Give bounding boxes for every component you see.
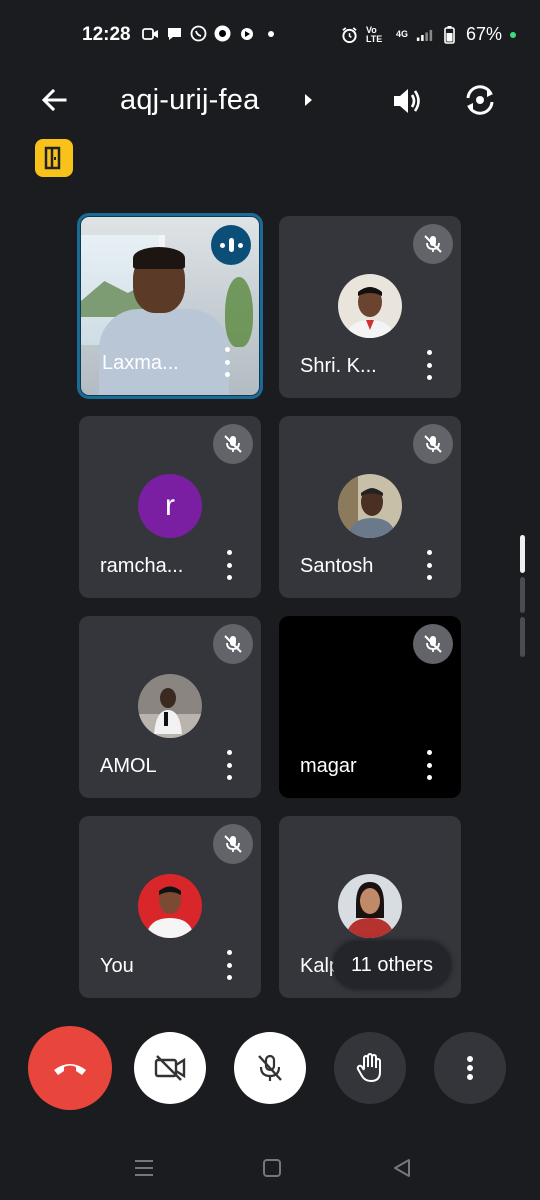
participant-avatar xyxy=(138,674,202,738)
mic-off-icon xyxy=(413,424,453,464)
system-nav-bar xyxy=(0,1140,540,1200)
mic-off-icon xyxy=(413,624,453,664)
chat-icon xyxy=(166,25,183,42)
speaker-icon xyxy=(394,89,420,113)
participant-name: AMOL xyxy=(100,755,157,777)
participant-name: Shri. K... xyxy=(300,355,377,377)
speaking-indicator-icon xyxy=(211,225,251,265)
participant-tile[interactable]: r ramcha... xyxy=(79,416,261,598)
camera-off-icon xyxy=(154,1055,186,1081)
participant-avatar xyxy=(338,474,402,538)
more-options-icon[interactable] xyxy=(419,350,439,380)
speaker-button[interactable] xyxy=(388,82,426,120)
participant-avatar xyxy=(338,274,402,338)
mic-off-icon xyxy=(213,424,253,464)
scroll-track xyxy=(520,617,525,657)
meeting-header: aqj-urij-fea xyxy=(0,72,540,132)
network-type: 4G xyxy=(395,29,408,39)
mic-off-icon xyxy=(258,1054,282,1081)
home-nav-icon[interactable] xyxy=(260,1156,284,1180)
mic-off-icon xyxy=(213,824,253,864)
chevron-right-icon[interactable] xyxy=(300,92,316,108)
media-icon xyxy=(238,25,255,42)
door-icon xyxy=(44,146,61,170)
recents-nav-icon[interactable] xyxy=(132,1156,156,1180)
participant-tile[interactable]: Shri. K... xyxy=(279,216,461,398)
more-options-icon[interactable] xyxy=(219,550,239,580)
battery-percent: 67% xyxy=(465,24,502,44)
breakout-room-badge[interactable] xyxy=(35,139,73,177)
participant-name: Laxma... xyxy=(102,352,179,374)
participant-tile[interactable]: Santosh xyxy=(279,416,461,598)
back-button[interactable] xyxy=(36,82,72,118)
participant-avatar xyxy=(338,874,402,938)
participant-initial-avatar: r xyxy=(138,474,202,538)
circle-app-icon xyxy=(214,25,231,42)
scroll-thumb[interactable] xyxy=(520,535,525,573)
participant-tile[interactable]: AMOL xyxy=(79,616,261,798)
more-options-icon[interactable] xyxy=(219,950,239,980)
meeting-code[interactable]: aqj-urij-fea xyxy=(120,84,259,117)
signal-icon xyxy=(416,26,433,43)
participant-name: magar xyxy=(300,755,357,777)
whatsapp-icon xyxy=(190,25,207,42)
status-time: 12:28 xyxy=(82,24,131,45)
raise-hand-button[interactable] xyxy=(334,1032,406,1104)
raise-hand-icon xyxy=(356,1053,381,1082)
participant-tile[interactable]: magar xyxy=(279,616,461,798)
more-vertical-icon xyxy=(467,1056,473,1080)
camera-flip-icon xyxy=(466,85,494,115)
participant-avatar xyxy=(138,874,202,938)
others-button[interactable]: 11 others xyxy=(333,941,451,989)
scroll-track xyxy=(520,577,525,613)
arrow-left-icon xyxy=(41,88,67,112)
participant-name: Santosh xyxy=(300,555,374,577)
more-options-button[interactable] xyxy=(434,1032,506,1104)
dot-icon xyxy=(262,25,279,42)
participant-tile[interactable]: Laxma... xyxy=(77,213,263,399)
battery-icon xyxy=(441,25,458,44)
phone-hangup-icon xyxy=(54,1064,86,1075)
back-nav-icon[interactable] xyxy=(390,1156,414,1180)
volte-label: Vo LTE xyxy=(365,24,383,44)
camera-toggle-button[interactable] xyxy=(134,1032,206,1104)
alarm-icon xyxy=(341,26,358,43)
end-call-button[interactable] xyxy=(28,1026,112,1110)
video-icon xyxy=(142,25,159,42)
participant-name: You xyxy=(100,955,134,977)
mic-off-icon xyxy=(213,624,253,664)
more-options-icon[interactable] xyxy=(219,750,239,780)
participant-tile[interactable]: You xyxy=(79,816,261,998)
more-options-icon[interactable] xyxy=(419,750,439,780)
more-options-icon[interactable] xyxy=(217,347,237,377)
flip-camera-button[interactable] xyxy=(460,80,500,120)
more-options-icon[interactable] xyxy=(419,550,439,580)
mic-toggle-button[interactable] xyxy=(234,1032,306,1104)
privacy-indicator-dot xyxy=(510,31,516,38)
participant-name: ramcha... xyxy=(100,555,184,577)
mic-off-icon xyxy=(413,224,453,264)
status-bar: 12:28 Vo LTE 4G 67% xyxy=(0,0,540,72)
